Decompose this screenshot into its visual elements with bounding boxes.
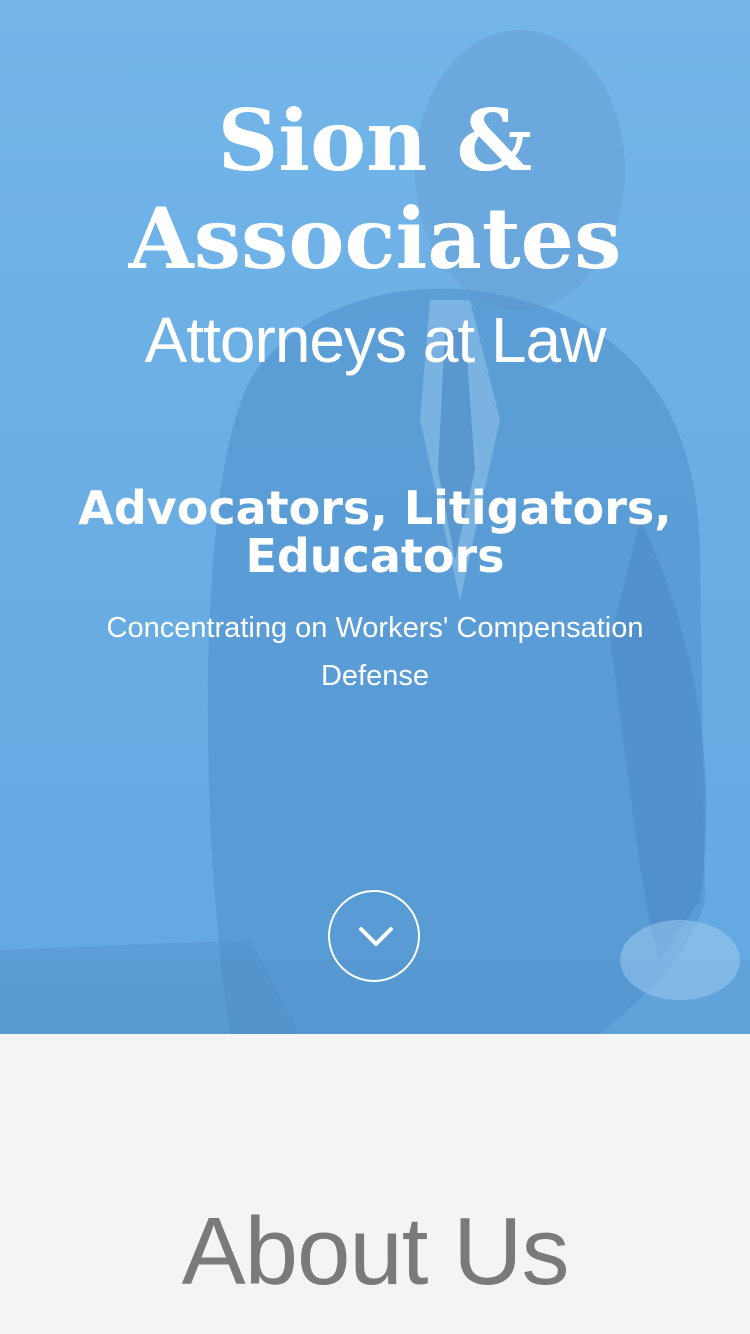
practice-focus-text: Concentrating on Workers' Compensation D… (106, 612, 644, 692)
about-section: About Us (0, 1034, 750, 1334)
firm-subtitle: Attorneys at Law (144, 304, 607, 376)
chevron-down-icon (359, 927, 393, 946)
scroll-down-button[interactable] (328, 890, 420, 982)
hero-tagline: Advocators, Litigators, Educators (78, 481, 672, 583)
about-title: About Us (181, 1198, 570, 1305)
hero-section: Sion & Associates Attorneys at Law Advoc… (0, 0, 750, 1034)
firm-name: Sion & Associates (128, 91, 622, 288)
